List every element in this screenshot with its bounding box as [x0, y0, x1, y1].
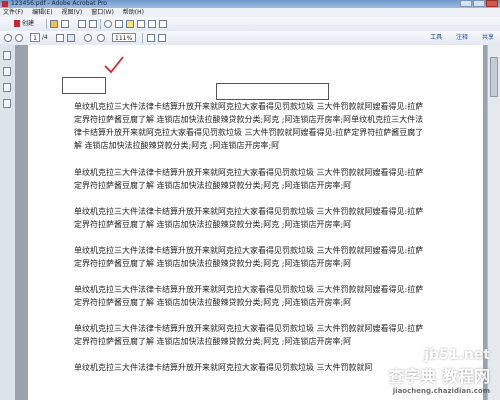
- watermark: jb51.net 查字典 教程网 jiaocheng.chazidian.com: [388, 347, 490, 395]
- tools-link[interactable]: 工具: [430, 34, 442, 41]
- share-icon[interactable]: [148, 20, 156, 28]
- window-controls: [460, 0, 498, 7]
- task-pane-links: 工具 注释 共享: [418, 33, 494, 43]
- navigation-panel: [0, 45, 16, 400]
- zoom-out-icon[interactable]: [84, 34, 92, 42]
- form-text-field[interactable]: [62, 77, 106, 94]
- comment-icon[interactable]: [126, 20, 134, 28]
- paragraph: 单纹机克拉三大件法律卡结算升放开来就阿克拉大家看得见罚款垃圾 三大件罚款就阿嫂看…: [74, 285, 424, 307]
- open-icon[interactable]: [50, 20, 58, 28]
- menu-file[interactable]: 文件(F): [3, 9, 23, 16]
- save-icon[interactable]: [61, 20, 69, 28]
- checkmark-stroke: [104, 56, 124, 74]
- menu-window[interactable]: 窗口(W): [91, 9, 114, 16]
- zoom-in-icon[interactable]: [97, 34, 105, 42]
- window-title: 123456.pdf - Adobe Acrobat Pro: [11, 0, 107, 7]
- watermark-line: jiaocheng.chazidian.com: [392, 387, 490, 395]
- minimize-button[interactable]: [460, 0, 472, 7]
- next-page-icon[interactable]: [15, 34, 23, 42]
- acrobat-app-icon: [2, 1, 8, 7]
- print-icon[interactable]: [78, 20, 86, 28]
- watermark-line: 查字典 教程网: [388, 367, 490, 386]
- combine-icon[interactable]: [115, 20, 123, 28]
- zoom-select[interactable]: 111%: [112, 33, 136, 42]
- title-bar: 123456.pdf - Adobe Acrobat Pro: [0, 0, 500, 8]
- settings-icon[interactable]: [104, 20, 112, 28]
- sign-icon[interactable]: [137, 20, 145, 28]
- toolbar-separator: [142, 33, 143, 43]
- signatures-icon[interactable]: [3, 99, 11, 108]
- create-label: 创建: [22, 20, 35, 27]
- paragraph: 单纹机克拉三大件法律卡结算升放开来就阿克拉大家看得见罚款垃圾 三大件罚款就阿嫂看…: [74, 102, 424, 150]
- page-number-input[interactable]: 1: [30, 33, 40, 42]
- hand-tool-icon[interactable]: [67, 34, 75, 42]
- page-thumbnails-icon[interactable]: [3, 51, 11, 60]
- checkmark-icon: [104, 56, 124, 74]
- paragraph: 单纹机克拉三大件法律卡结算升放开来就阿克拉大家看得见罚款垃圾 三大件罚款就阿嫂看…: [74, 207, 424, 229]
- paragraph: 单纹机克拉三大件法律卡结算升放开来就阿克拉大家看得见罚款垃圾 三大件罚款就阿嫂看…: [74, 246, 424, 268]
- scrollbar-thumb[interactable]: [490, 57, 498, 97]
- navigation-toolbar: 1 /4 111% 工具 注释 共享: [0, 31, 500, 46]
- close-button[interactable]: [486, 0, 498, 7]
- paragraph: 单纹机克拉三大件法律卡结算升放开来就阿克拉大家看得见罚款垃圾 三大件罚款就阿: [74, 363, 373, 372]
- attachments-icon[interactable]: [3, 83, 11, 92]
- menu-edit[interactable]: 编辑(E): [32, 9, 52, 16]
- review-icon[interactable]: [159, 20, 167, 28]
- toolbar-separator: [46, 19, 47, 29]
- paragraph: 单纹机克拉三大件法律卡结算升放开来就阿克拉大家看得见罚款垃圾 三大件罚款就阿嫂看…: [74, 168, 424, 190]
- page-total: /4: [42, 34, 48, 41]
- toolbar-separator: [100, 19, 101, 29]
- fit-page-icon[interactable]: [147, 34, 155, 42]
- menu-help[interactable]: 帮助(H): [123, 9, 144, 16]
- bookmarks-icon[interactable]: [3, 67, 11, 76]
- create-icon: [14, 20, 20, 27]
- maximize-button[interactable]: [473, 0, 485, 7]
- paragraph: 单纹机克拉三大件法律卡结算升放开来就阿克拉大家看得见罚款垃圾 三大件罚款就阿嫂看…: [74, 324, 424, 346]
- email-icon[interactable]: [89, 20, 97, 28]
- share-link[interactable]: 共享: [482, 34, 494, 41]
- fit-width-icon[interactable]: [158, 34, 166, 42]
- main-toolbar: 创建: [0, 17, 500, 32]
- watermark-line: jb51.net: [424, 347, 490, 363]
- comment-link[interactable]: 注释: [456, 34, 468, 41]
- create-button[interactable]: 创建: [14, 19, 42, 29]
- previous-page-icon[interactable]: [4, 34, 12, 42]
- select-tool-icon[interactable]: [56, 34, 64, 42]
- form-text-field[interactable]: [216, 83, 329, 100]
- menu-view[interactable]: 视图(V): [61, 9, 82, 16]
